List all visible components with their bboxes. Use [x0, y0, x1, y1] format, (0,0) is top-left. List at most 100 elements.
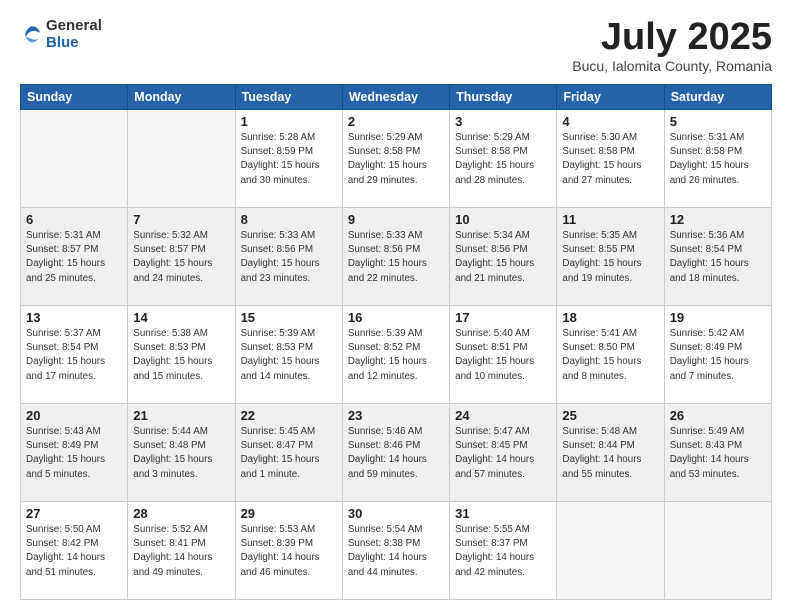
- calendar-cell: 10Sunrise: 5:34 AM Sunset: 8:56 PM Dayli…: [450, 208, 557, 306]
- day-number: 13: [26, 310, 122, 325]
- day-number: 11: [562, 212, 658, 227]
- calendar-cell: 23Sunrise: 5:46 AM Sunset: 8:46 PM Dayli…: [342, 404, 449, 502]
- day-number: 2: [348, 114, 444, 129]
- calendar-cell: 1 Sunrise: 5:28 AM Sunset: 8:59 PM Daylig…: [235, 110, 342, 208]
- calendar-cell: 20 Sunrise: 5:43 AM Sunset: 8:49 PM Dayli…: [21, 404, 128, 502]
- day-info: Sunrise: 5:33 AM Sunset: 8:56 PM Dayligh…: [241, 229, 337, 286]
- day-info: Sunrise: 5:49 AM Sunset: 8:43 PM Dayligh…: [670, 425, 766, 482]
- calendar-cell: 29 Sunrise: 5:53 AM Sunset: 8:39 PM Dayli…: [235, 502, 342, 600]
- weekday-header-tuesday: Tuesday: [235, 85, 342, 110]
- calendar-cell: 31Sunrise: 5:55 AM Sunset: 8:37 PM Dayli…: [450, 502, 557, 600]
- title-block: July 2025 Bucu, Ialomita County, Romania: [572, 18, 772, 74]
- calendar-cell: 14 Sunrise: 5:38 AM Sunset: 8:53 PM Dayli…: [128, 306, 235, 404]
- header: General Blue July 2025 Bucu, Ialomita Co…: [20, 18, 772, 74]
- day-number: 12: [670, 212, 766, 227]
- calendar-cell: 19 Sunrise: 5:42 AM Sunset: 8:49 PM Dayli…: [664, 306, 771, 404]
- calendar-cell: [664, 502, 771, 600]
- day-number: 1: [241, 114, 337, 129]
- day-info: Sunrise: 5:31 AM Sunset: 8:58 PM Dayligh…: [670, 131, 766, 188]
- weekday-header-row: SundayMondayTuesdayWednesdayThursdayFrid…: [21, 85, 772, 110]
- weekday-header-wednesday: Wednesday: [342, 85, 449, 110]
- weekday-header-thursday: Thursday: [450, 85, 557, 110]
- day-number: 9: [348, 212, 444, 227]
- day-number: 23: [348, 408, 444, 423]
- day-info: Sunrise: 5:40 AM Sunset: 8:51 PM Dayligh…: [455, 327, 551, 384]
- week-row-3: 13 Sunrise: 5:37 AM Sunset: 8:54 PM Dayli…: [21, 306, 772, 404]
- day-info: Sunrise: 5:33 AM Sunset: 8:56 PM Dayligh…: [348, 229, 444, 286]
- day-info: Sunrise: 5:44 AM Sunset: 8:48 PM Dayligh…: [133, 425, 229, 482]
- day-number: 21: [133, 408, 229, 423]
- day-number: 25: [562, 408, 658, 423]
- day-number: 16: [348, 310, 444, 325]
- day-number: 6: [26, 212, 122, 227]
- page: General Blue July 2025 Bucu, Ialomita Co…: [0, 0, 792, 612]
- calendar-cell: 25Sunrise: 5:48 AM Sunset: 8:44 PM Dayli…: [557, 404, 664, 502]
- location-subtitle: Bucu, Ialomita County, Romania: [572, 58, 772, 74]
- day-info: Sunrise: 5:30 AM Sunset: 8:58 PM Dayligh…: [562, 131, 658, 188]
- day-number: 14: [133, 310, 229, 325]
- calendar-cell: 30Sunrise: 5:54 AM Sunset: 8:38 PM Dayli…: [342, 502, 449, 600]
- day-number: 3: [455, 114, 551, 129]
- logo-icon: [20, 24, 42, 46]
- day-number: 4: [562, 114, 658, 129]
- day-number: 5: [670, 114, 766, 129]
- calendar-cell: [128, 110, 235, 208]
- week-row-5: 27Sunrise: 5:50 AM Sunset: 8:42 PM Dayli…: [21, 502, 772, 600]
- day-number: 22: [241, 408, 337, 423]
- day-info: Sunrise: 5:28 AM Sunset: 8:59 PM Dayligh…: [241, 131, 337, 188]
- week-row-1: 1 Sunrise: 5:28 AM Sunset: 8:59 PM Daylig…: [21, 110, 772, 208]
- calendar-cell: 3 Sunrise: 5:29 AM Sunset: 8:58 PM Daylig…: [450, 110, 557, 208]
- day-info: Sunrise: 5:36 AM Sunset: 8:54 PM Dayligh…: [670, 229, 766, 286]
- day-number: 29: [241, 506, 337, 521]
- day-number: 20: [26, 408, 122, 423]
- day-info: Sunrise: 5:29 AM Sunset: 8:58 PM Dayligh…: [348, 131, 444, 188]
- day-info: Sunrise: 5:50 AM Sunset: 8:42 PM Dayligh…: [26, 523, 122, 580]
- logo-text: General Blue: [46, 18, 102, 51]
- day-info: Sunrise: 5:41 AM Sunset: 8:50 PM Dayligh…: [562, 327, 658, 384]
- weekday-header-sunday: Sunday: [21, 85, 128, 110]
- calendar-cell: 12 Sunrise: 5:36 AM Sunset: 8:54 PM Dayli…: [664, 208, 771, 306]
- logo: General Blue: [20, 18, 102, 51]
- calendar-cell: 11 Sunrise: 5:35 AM Sunset: 8:55 PM Dayli…: [557, 208, 664, 306]
- weekday-header-saturday: Saturday: [664, 85, 771, 110]
- calendar-cell: 28Sunrise: 5:52 AM Sunset: 8:41 PM Dayli…: [128, 502, 235, 600]
- calendar-cell: 18 Sunrise: 5:41 AM Sunset: 8:50 PM Dayli…: [557, 306, 664, 404]
- calendar-table: SundayMondayTuesdayWednesdayThursdayFrid…: [20, 84, 772, 600]
- day-info: Sunrise: 5:43 AM Sunset: 8:49 PM Dayligh…: [26, 425, 122, 482]
- day-info: Sunrise: 5:54 AM Sunset: 8:38 PM Dayligh…: [348, 523, 444, 580]
- day-info: Sunrise: 5:53 AM Sunset: 8:39 PM Dayligh…: [241, 523, 337, 580]
- day-info: Sunrise: 5:31 AM Sunset: 8:57 PM Dayligh…: [26, 229, 122, 286]
- calendar-cell: 24Sunrise: 5:47 AM Sunset: 8:45 PM Dayli…: [450, 404, 557, 502]
- day-number: 24: [455, 408, 551, 423]
- week-row-4: 20 Sunrise: 5:43 AM Sunset: 8:49 PM Dayli…: [21, 404, 772, 502]
- day-number: 19: [670, 310, 766, 325]
- calendar-cell: 9 Sunrise: 5:33 AM Sunset: 8:56 PM Daylig…: [342, 208, 449, 306]
- day-info: Sunrise: 5:29 AM Sunset: 8:58 PM Dayligh…: [455, 131, 551, 188]
- day-info: Sunrise: 5:42 AM Sunset: 8:49 PM Dayligh…: [670, 327, 766, 384]
- day-info: Sunrise: 5:35 AM Sunset: 8:55 PM Dayligh…: [562, 229, 658, 286]
- week-row-2: 6 Sunrise: 5:31 AM Sunset: 8:57 PM Daylig…: [21, 208, 772, 306]
- day-info: Sunrise: 5:32 AM Sunset: 8:57 PM Dayligh…: [133, 229, 229, 286]
- calendar-cell: 27Sunrise: 5:50 AM Sunset: 8:42 PM Dayli…: [21, 502, 128, 600]
- calendar-cell: 22Sunrise: 5:45 AM Sunset: 8:47 PM Dayli…: [235, 404, 342, 502]
- calendar-cell: 4 Sunrise: 5:30 AM Sunset: 8:58 PM Daylig…: [557, 110, 664, 208]
- logo-blue: Blue: [46, 35, 102, 52]
- calendar-cell: 21 Sunrise: 5:44 AM Sunset: 8:48 PM Dayli…: [128, 404, 235, 502]
- day-number: 7: [133, 212, 229, 227]
- weekday-header-monday: Monday: [128, 85, 235, 110]
- calendar-cell: 6 Sunrise: 5:31 AM Sunset: 8:57 PM Daylig…: [21, 208, 128, 306]
- day-number: 18: [562, 310, 658, 325]
- day-number: 15: [241, 310, 337, 325]
- day-info: Sunrise: 5:38 AM Sunset: 8:53 PM Dayligh…: [133, 327, 229, 384]
- day-number: 28: [133, 506, 229, 521]
- day-info: Sunrise: 5:39 AM Sunset: 8:52 PM Dayligh…: [348, 327, 444, 384]
- day-number: 31: [455, 506, 551, 521]
- day-number: 26: [670, 408, 766, 423]
- calendar-cell: [557, 502, 664, 600]
- weekday-header-friday: Friday: [557, 85, 664, 110]
- day-number: 8: [241, 212, 337, 227]
- day-info: Sunrise: 5:37 AM Sunset: 8:54 PM Dayligh…: [26, 327, 122, 384]
- calendar-cell: 7 Sunrise: 5:32 AM Sunset: 8:57 PM Daylig…: [128, 208, 235, 306]
- day-info: Sunrise: 5:39 AM Sunset: 8:53 PM Dayligh…: [241, 327, 337, 384]
- calendar-cell: 17Sunrise: 5:40 AM Sunset: 8:51 PM Dayli…: [450, 306, 557, 404]
